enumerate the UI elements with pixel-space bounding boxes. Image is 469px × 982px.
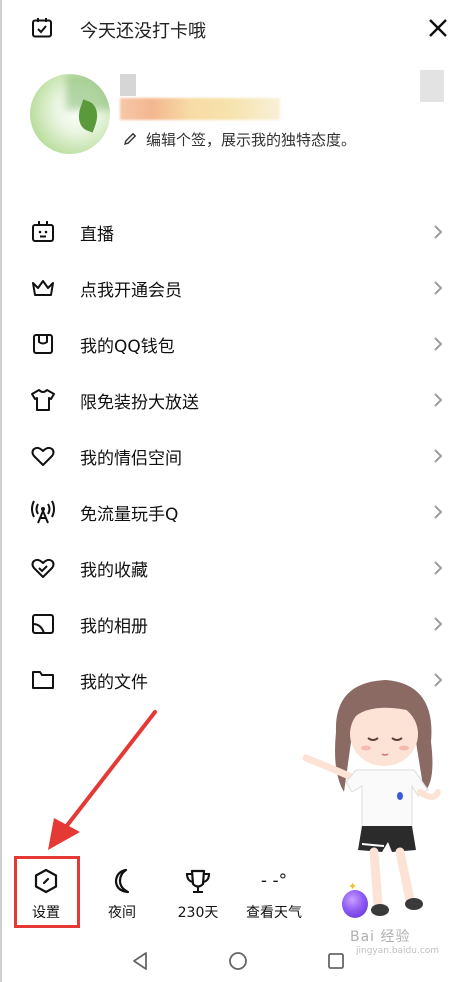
menu-item-dressup[interactable]: 限免装扮大放送 (0, 372, 469, 428)
purple-orb-decoration[interactable] (342, 890, 368, 918)
baidu-watermark: Bai 经验 (350, 929, 411, 945)
red-pointer-arrow (48, 710, 157, 850)
night-mode-button[interactable]: 夜间 (82, 858, 162, 928)
chevron-right-icon (434, 281, 443, 295)
baidu-watermark-url: jingyan.baidu.com (356, 946, 440, 956)
weather-temperature: - -° (260, 871, 288, 891)
menu-item-label: 我的QQ钱包 (80, 337, 175, 357)
menu-item-live[interactable]: 直播 (0, 204, 469, 260)
menu-item-couple-space[interactable]: 我的情侣空间 (0, 428, 469, 484)
tshirt-icon (31, 389, 55, 411)
trophy-icon (185, 869, 211, 893)
recent-apps-square-icon[interactable] (327, 952, 345, 970)
chevron-right-icon (434, 337, 443, 351)
menu-item-label: 我的相册 (80, 617, 148, 637)
menu-item-favorites[interactable]: 我的收藏 (0, 540, 469, 596)
folder-icon (32, 671, 54, 689)
home-circle-icon[interactable] (228, 951, 248, 971)
photo-album-icon (32, 614, 54, 634)
level-badges-blur (120, 98, 280, 120)
days-label: 230天 (177, 905, 219, 921)
settings-label: 设置 (32, 905, 60, 921)
profile-section: 编辑个签，展示我的独特态度。 (0, 62, 469, 172)
menu-item-label: 我的情侣空间 (80, 449, 182, 469)
menu-item-label: 我的文件 (80, 673, 148, 693)
back-triangle-icon[interactable] (130, 950, 150, 972)
night-label: 夜间 (108, 905, 136, 921)
checkin-status-text[interactable]: 今天还没打卡哦 (80, 17, 206, 43)
nickname-blur (120, 74, 136, 96)
avatar-character-illustration[interactable] (296, 672, 446, 932)
menu-item-free-data[interactable]: 免流量玩手Q (0, 484, 469, 540)
top-bar: 今天还没打卡哦 (0, 0, 469, 60)
favorite-heart-icon (31, 558, 55, 578)
wallet-icon (33, 334, 53, 354)
antenna-icon (31, 500, 55, 524)
signature-text[interactable]: 编辑个签，展示我的独特态度。 (146, 129, 356, 150)
pencil-icon[interactable] (122, 131, 138, 147)
weather-button[interactable]: - -° 查看天气 (234, 858, 314, 928)
sparkle-icon: ✦ (348, 880, 358, 893)
days-button[interactable]: 230天 (158, 858, 238, 928)
avatar[interactable] (30, 74, 110, 154)
menu-item-label: 直播 (80, 225, 114, 245)
chevron-right-icon (434, 449, 443, 463)
calendar-check-icon[interactable] (30, 16, 54, 40)
chevron-right-icon (434, 505, 443, 519)
weather-label: 查看天气 (246, 905, 302, 921)
chevron-right-icon (434, 393, 443, 407)
heart-icon (31, 446, 55, 466)
live-tv-icon (32, 221, 54, 242)
menu-item-album[interactable]: 我的相册 (0, 596, 469, 652)
chevron-right-icon (434, 225, 443, 239)
close-icon[interactable] (424, 14, 452, 42)
profile-right-blur (420, 70, 444, 102)
menu-item-vip[interactable]: 点我开通会员 (0, 260, 469, 316)
menu-item-wallet[interactable]: 我的QQ钱包 (0, 316, 469, 372)
settings-button[interactable]: 设置 (6, 858, 86, 928)
menu-item-label: 点我开通会员 (80, 281, 182, 301)
settings-hexagon-icon (34, 868, 58, 894)
crown-icon (32, 280, 54, 296)
chevron-right-icon (434, 561, 443, 575)
menu-item-label: 免流量玩手Q (80, 505, 179, 525)
chevron-right-icon (434, 617, 443, 631)
menu-item-label: 我的收藏 (80, 561, 148, 581)
menu-item-label: 限免装扮大放送 (80, 393, 199, 413)
moon-icon (114, 868, 130, 894)
